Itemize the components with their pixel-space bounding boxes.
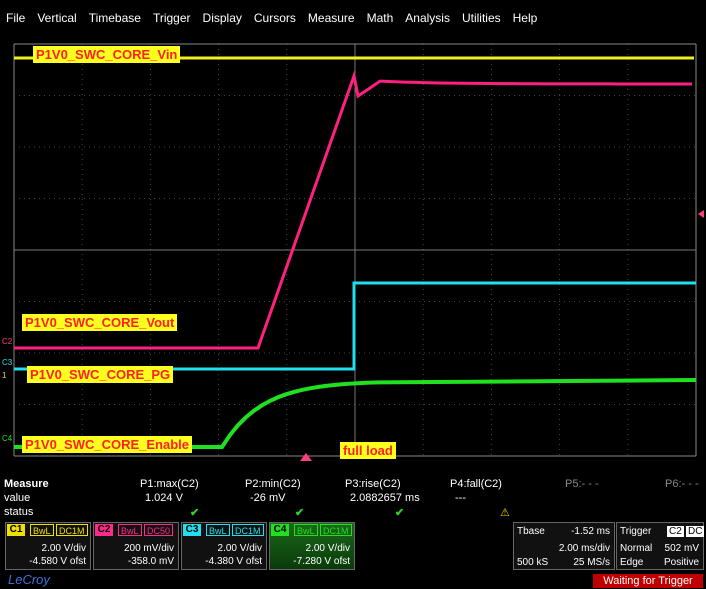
trigger-coupling: DC — [686, 526, 705, 537]
channel-tag: C1 — [7, 524, 25, 536]
trigger-level: 502 mV — [664, 543, 699, 554]
trigger-level-marker — [698, 210, 704, 218]
channel-offset: -4.380 V ofst — [205, 556, 262, 567]
graticule — [13, 43, 697, 457]
marker-c2: C2 — [2, 337, 13, 346]
coupling-badge: DC1M — [320, 524, 352, 536]
bandwidth-limit-badge: BwL — [118, 524, 142, 536]
check-icon: ✔ — [395, 507, 405, 519]
timebase-div: 2.00 ms/div — [558, 543, 610, 554]
check-icon: ✔ — [295, 507, 305, 519]
timebase-value: -1.52 ms — [571, 526, 610, 537]
marker-c1: 1 — [2, 371, 7, 380]
menu-analysis[interactable]: Analysis — [405, 11, 450, 25]
measure-panel: Measure value status P1:max(C2) 1.024 V ✔ P… — [0, 474, 706, 520]
bandwidth-limit-badge: BwL — [294, 524, 318, 536]
menu-utilities[interactable]: Utilities — [462, 11, 501, 25]
channel-offset: -358.0 mV — [127, 556, 174, 567]
menu-display[interactable]: Display — [203, 11, 242, 25]
label-pg: P1V0_SWC_CORE_PG — [27, 366, 174, 383]
check-icon: ✔ — [190, 507, 200, 519]
coupling-badge: DC1M — [56, 524, 88, 536]
channel-scale: 200 mV/div — [123, 543, 174, 554]
trigger-type: Edge — [620, 557, 644, 568]
label-enable: P1V0_SWC_CORE_Enable — [22, 436, 193, 453]
measure-param-value-4: --- — [455, 492, 466, 504]
channel-scale: 2.00 V/div — [41, 543, 86, 554]
brand-logo: LeCroy — [8, 572, 50, 587]
bandwidth-limit-badge: BwL — [206, 524, 230, 536]
menu-cursors[interactable]: Cursors — [254, 11, 296, 25]
channel-scale: 2.00 V/div — [305, 543, 350, 554]
menu-trigger[interactable]: Trigger — [153, 11, 191, 25]
channel-offset: -4.580 V ofst — [29, 556, 86, 567]
timebase-box[interactable]: Tbase -1.52 ms 2.00 ms/div 500 kS 25 MS/… — [513, 522, 615, 570]
channel-box-c1[interactable]: C1 BwL DC1M 2.00 V/div -4.580 V ofst — [5, 522, 91, 570]
measure-row-value: value — [4, 492, 31, 504]
timebase-label: Tbase — [517, 526, 545, 537]
trigger-label: Trigger — [620, 526, 652, 537]
warning-icon: ⚠ — [500, 507, 510, 519]
measure-title: Measure — [4, 478, 49, 490]
timebase-rate: 25 MS/s — [573, 557, 610, 568]
menu-measure[interactable]: Measure — [308, 11, 355, 25]
measure-param-value-3: 2.0882657 ms — [350, 492, 420, 504]
channel-offset: -7.280 V ofst — [293, 556, 350, 567]
channel-box-c3[interactable]: C3 BwL DC1M 2.00 V/div -4.380 V ofst — [181, 522, 267, 570]
channel-scale: 2.00 V/div — [217, 543, 262, 554]
measure-param-name-2[interactable]: P2:min(C2) — [245, 478, 301, 490]
menu-help[interactable]: Help — [513, 11, 538, 25]
channel-box-c4[interactable]: C4 BwL DC1M 2.00 V/div -7.280 V ofst — [269, 522, 355, 570]
label-vin: P1V0_SWC_CORE_Vin — [33, 46, 181, 63]
acquisition-status: Waiting for Trigger — [593, 574, 703, 588]
measure-row-status: status — [4, 506, 34, 518]
trigger-mode: Normal — [620, 543, 653, 554]
measure-param-name-4[interactable]: P4:fall(C2) — [450, 478, 502, 490]
scope-grid: C2 C3 1 C4 — [0, 36, 706, 461]
menu-file[interactable]: File — [6, 11, 25, 25]
trigger-box[interactable]: Trigger C2 DC Normal 502 mV Edge Positiv… — [616, 522, 705, 570]
bandwidth-limit-badge: BwL — [30, 524, 54, 536]
channel-tag: C2 — [95, 524, 113, 536]
menu-timebase[interactable]: Timebase — [89, 11, 141, 25]
measure-param-value-1: 1.024 V — [145, 492, 183, 504]
marker-c4: C4 — [2, 434, 13, 443]
channel-tag: C4 — [271, 524, 289, 536]
label-full-load: full load — [340, 442, 396, 459]
measure-param-name-5[interactable]: P5:- - - — [565, 478, 599, 490]
menu-bar: File Vertical Timebase Trigger Display Cursor… — [0, 0, 706, 36]
channel-tag: C3 — [183, 524, 201, 536]
timebase-samples: 500 kS — [517, 557, 549, 568]
measure-param-name-1[interactable]: P1:max(C2) — [140, 478, 199, 490]
label-vout: P1V0_SWC_CORE_Vout — [22, 314, 178, 331]
menu-vertical[interactable]: Vertical — [37, 11, 76, 25]
measure-param-name-6[interactable]: P6:- - - — [665, 478, 699, 490]
measure-param-value-2: -26 mV — [250, 492, 286, 504]
menu-math[interactable]: Math — [367, 11, 394, 25]
trigger-slope: Positive — [663, 557, 699, 568]
channel-box-c2[interactable]: C2 BwL DC50 200 mV/div -358.0 mV — [93, 522, 179, 570]
coupling-badge: DC50 — [144, 524, 174, 536]
measure-param-name-3[interactable]: P3:rise(C2) — [345, 478, 401, 490]
trigger-pos-marker — [300, 453, 312, 461]
marker-c3: C3 — [2, 358, 13, 367]
coupling-badge: DC1M — [232, 524, 264, 536]
trigger-chan: C2 — [667, 526, 684, 537]
